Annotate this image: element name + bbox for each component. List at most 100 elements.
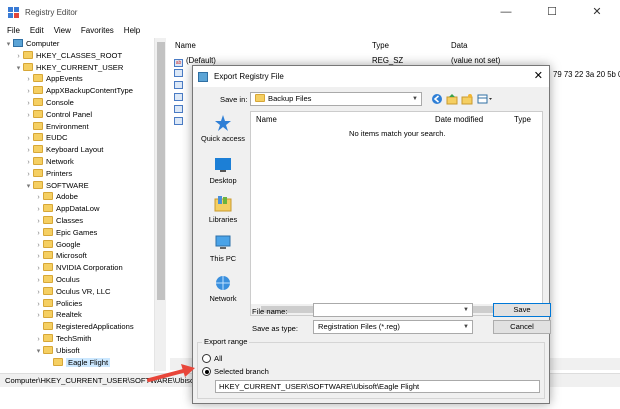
column-header-type[interactable]: Type — [372, 38, 389, 54]
tree-item[interactable]: › Policies — [34, 298, 82, 310]
chevron-down-icon[interactable]: ▾ — [4, 39, 13, 51]
radio-selected-branch[interactable] — [202, 367, 211, 376]
new-folder-icon[interactable] — [461, 93, 473, 105]
radio-all[interactable] — [202, 354, 211, 363]
binary-value-icon — [174, 105, 183, 113]
save-in-dropdown[interactable]: Backup Files ▼ — [250, 92, 422, 106]
tree-item-label: HKEY_CLASSES_ROOT — [36, 50, 123, 60]
column-header-data[interactable]: Data — [451, 38, 467, 54]
string-value-icon: ab — [174, 59, 183, 67]
tree-item[interactable]: › Classes — [34, 215, 83, 227]
tree-item[interactable]: › Network — [24, 156, 74, 168]
branch-path-input[interactable]: HKEY_CURRENT_USER\SOFTWARE\Ubisoft\Eagle… — [215, 380, 540, 393]
tree-scrollbar[interactable] — [154, 38, 166, 371]
close-button[interactable]: ✕ — [574, 0, 620, 24]
tree-item[interactable]: › TechSmith — [34, 333, 91, 345]
column-header-name[interactable]: Name — [175, 38, 196, 54]
view-menu-icon[interactable] — [477, 93, 493, 105]
tree-item[interactable]: › HKEY_CLASSES_ROOT — [14, 50, 122, 62]
folder-icon — [43, 310, 53, 319]
chevron-down-icon[interactable]: ▾ — [34, 346, 43, 358]
folder-icon — [33, 74, 43, 83]
chevron-down-icon[interactable]: ▾ — [14, 63, 23, 75]
place-this-pc[interactable]: This PC — [198, 235, 248, 263]
folder-icon — [43, 334, 53, 342]
tree-item[interactable]: › Google — [34, 239, 81, 251]
tree-item[interactable]: › Microsoft — [34, 250, 87, 262]
folder-icon — [33, 157, 43, 165]
binary-value-icon — [174, 81, 183, 89]
folder-icon — [43, 345, 53, 354]
menu-file[interactable]: File — [0, 24, 25, 38]
registry-tree[interactable]: ▾ Computer › HKEY_CLASSES_ROOT ▾ HKEY_CURRENT… — [0, 38, 166, 371]
annotation-arrow-icon — [147, 364, 195, 382]
maximize-button[interactable]: ☐ — [529, 0, 575, 24]
tree-item[interactable]: › Console — [24, 97, 74, 109]
dialog-close-button[interactable]: ✕ — [534, 69, 543, 82]
chevron-down-icon: ▼ — [463, 307, 469, 313]
save-in-value: Backup Files — [268, 94, 312, 103]
tree-item[interactable]: Environment — [24, 121, 89, 133]
tree-item[interactable]: RegisteredApplications — [34, 321, 134, 333]
tree-item-label: Ubisoft — [56, 345, 80, 355]
file-name-input[interactable]: ▼ — [313, 303, 473, 317]
chevron-down-icon[interactable]: ▾ — [24, 181, 33, 193]
column-header-date-modified[interactable]: Date modified — [435, 115, 483, 124]
tree-item[interactable]: › NVIDIA Corporation — [34, 262, 123, 274]
column-header-type[interactable]: Type — [514, 115, 531, 124]
tree-item[interactable]: › Control Panel — [24, 109, 92, 121]
tree-item-label: HKEY_CURRENT_USER — [36, 62, 124, 72]
tree-item[interactable]: › AppDataLow — [34, 203, 99, 215]
place-label: Libraries — [208, 215, 238, 224]
folder-icon — [53, 357, 63, 366]
save-button[interactable]: Save — [493, 303, 551, 317]
binary-value-icon — [174, 69, 183, 77]
menu-favorites[interactable]: Favorites — [76, 24, 119, 38]
tree-item-label: RegisteredApplications — [56, 322, 134, 332]
tree-item[interactable]: › AppEvents — [24, 73, 83, 85]
tree-item[interactable]: ▾ Ubisoft — [34, 345, 80, 357]
chevron-down-icon: ▼ — [463, 324, 469, 330]
tree-item[interactable]: ▾ Computer — [4, 38, 59, 50]
menu-help[interactable]: Help — [119, 24, 145, 38]
place-desktop[interactable]: Desktop — [198, 157, 248, 185]
folder-icon — [43, 251, 53, 260]
tree-item[interactable]: ▾ HKEY_CURRENT_USER — [14, 62, 123, 74]
tree-item[interactable]: › AppXBackupContentType — [24, 85, 133, 97]
tree-item[interactable]: Eagle Flight — [44, 357, 111, 369]
place-network[interactable]: Network — [198, 275, 248, 303]
tree-item[interactable]: › Adobe — [34, 191, 78, 203]
tree-item[interactable]: › Realtek — [34, 309, 82, 321]
tree-scrollbar-thumb[interactable] — [157, 42, 165, 300]
tree-item[interactable]: › Epic Games — [34, 227, 97, 239]
tree-item[interactable]: ▾ SOFTWARE — [24, 180, 89, 192]
tree-item[interactable]: › Oculus — [34, 274, 80, 286]
tree-item[interactable]: › EUDC — [24, 132, 68, 144]
folder-icon — [33, 180, 43, 189]
back-icon[interactable] — [431, 93, 443, 105]
cancel-button[interactable]: Cancel — [493, 320, 551, 334]
value-data: 79 73 22 3a 20 5b 0 — [553, 70, 620, 79]
up-folder-icon[interactable] — [446, 93, 458, 105]
folder-icon — [33, 121, 43, 130]
places-bar: Quick access Desktop Libraries This PC N… — [198, 111, 248, 309]
tree-item[interactable]: › Printers — [24, 168, 72, 180]
file-name-label: File name: — [252, 307, 288, 316]
network-icon — [216, 276, 230, 290]
file-list[interactable]: Name Date modified Type No items match y… — [250, 111, 543, 316]
binary-value-icon — [174, 117, 183, 125]
tree-item[interactable]: › Oculus VR, LLC — [34, 286, 110, 298]
tree-item-label: SOFTWARE — [46, 180, 89, 190]
tree-item-label: Google — [56, 239, 81, 249]
tree-item[interactable]: › Keyboard Layout — [24, 144, 103, 156]
save-as-type-dropdown[interactable]: Registration Files (*.reg) ▼ — [313, 320, 473, 334]
folder-icon — [43, 192, 53, 201]
place-quick-access[interactable]: Quick access — [198, 115, 248, 143]
menu-view[interactable]: View — [49, 24, 76, 38]
save-in-label: Save in: — [220, 95, 248, 104]
column-header-name[interactable]: Name — [256, 115, 277, 124]
tree-item-label: Oculus VR, LLC — [56, 286, 111, 296]
menu-edit[interactable]: Edit — [25, 24, 49, 38]
minimize-button[interactable]: — — [483, 0, 529, 24]
place-libraries[interactable]: Libraries — [198, 196, 248, 224]
